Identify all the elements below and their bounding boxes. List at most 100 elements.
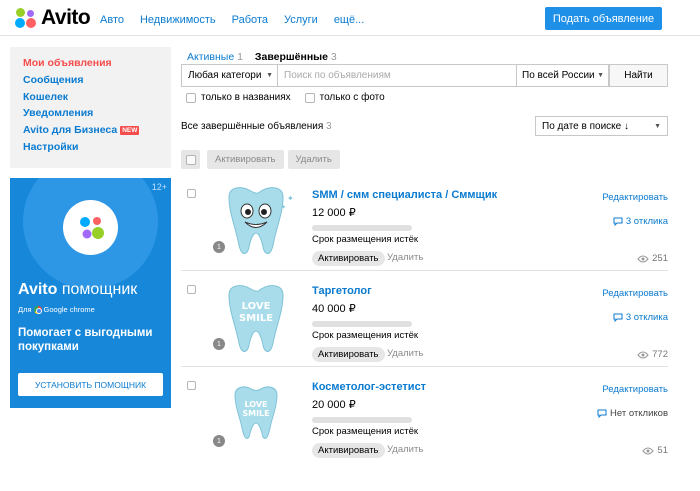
responses-link[interactable]: Нет откликов (597, 408, 668, 419)
banner-browser-line: Для Google chrome (18, 305, 95, 314)
eye-icon (642, 447, 657, 455)
placement-progress-bar (312, 225, 412, 231)
sidebar-item-label: Кошелек (23, 90, 69, 103)
sidebar-item-label: Сообщения (23, 74, 84, 87)
listing-checkbox[interactable] (187, 189, 196, 198)
divider (181, 366, 668, 367)
nav-link-more[interactable]: ещё... (334, 14, 364, 26)
install-assistant-button[interactable]: УСТАНОВИТЬ ПОМОЩНИК (18, 373, 163, 396)
listing-title[interactable]: Косметолог-эстетист (312, 381, 426, 393)
with-photo-checkbox[interactable]: только с фото (304, 92, 385, 103)
logo-text: Avito (41, 6, 91, 29)
chevron-down-icon: ▼ (266, 72, 273, 79)
sidebar-item-messages[interactable]: Сообщения (23, 72, 171, 89)
find-button[interactable]: Найти (609, 64, 668, 87)
svg-text:✦: ✦ (281, 204, 286, 211)
listing-checkbox[interactable] (187, 285, 196, 294)
bulk-actions: Активировать Удалить (181, 150, 344, 169)
new-badge: NEW (120, 125, 140, 135)
listing-status: Срок размещения истёк (312, 330, 419, 341)
photo-count-badge: 1 (213, 435, 225, 447)
sort-select[interactable]: По дате в поиске ↓ ▼ (535, 116, 668, 136)
sidebar-item-label: Avito для Бизнеса (23, 124, 118, 137)
banner-title: Avito помощник (18, 281, 138, 298)
listing-price: 12 000 ₽ (312, 207, 356, 219)
activate-button[interactable]: Активировать (312, 443, 385, 458)
delete-link[interactable]: Удалить (387, 444, 423, 455)
sidebar-item-label: Уведомления (23, 107, 94, 120)
views-count: 251 (637, 253, 668, 264)
activate-button[interactable]: Активировать (312, 347, 385, 362)
placement-progress-bar (312, 417, 412, 423)
speech-bubble-icon (613, 217, 626, 226)
image-caption-line: LOVE (242, 301, 271, 312)
sidebar-item-my-ads[interactable]: Мои объявления (23, 55, 171, 72)
region-select[interactable]: По всей России ▼ (517, 64, 609, 87)
image-caption-line: LOVE (244, 400, 267, 409)
list-title: Все завершённые объявления 3 (181, 121, 332, 132)
select-all-checkbox[interactable] (181, 150, 200, 169)
nav-link-services[interactable]: Услуги (284, 14, 318, 26)
top-nav: Авто Недвижимость Работа Услуги ещё... (100, 14, 380, 26)
divider (181, 270, 668, 271)
edit-link[interactable]: Редактировать (602, 192, 668, 203)
sidebar-menu: Мои объявления Сообщения Кошелек Уведомл… (10, 47, 171, 168)
tab-active-ads[interactable]: Активные 1 (187, 51, 243, 63)
views-count: 51 (642, 445, 668, 456)
image-caption-line: SMILE (239, 313, 273, 324)
bulk-delete-button[interactable]: Удалить (287, 150, 340, 169)
age-rating: 12+ (151, 182, 167, 192)
avito-logo[interactable]: Avito (15, 6, 91, 30)
listing-status: Срок размещения истёк (312, 426, 419, 437)
sidebar-item-label: Мои объявления (23, 57, 112, 70)
status-tabs: Активные 1 Завершённые 3 (187, 51, 349, 63)
speech-bubble-icon (597, 409, 610, 418)
chevron-down-icon: ▼ (654, 122, 661, 130)
listing-title[interactable]: Таргетолог (312, 285, 372, 297)
sidebar-item-wallet[interactable]: Кошелек (23, 88, 171, 105)
delete-link[interactable]: Удалить (387, 252, 423, 263)
listing-title[interactable]: SMM / смм специалиста / Сммщик (312, 189, 497, 201)
nav-link-auto[interactable]: Авто (100, 14, 124, 26)
placement-progress-bar (312, 321, 412, 327)
image-caption-line: SMILE (242, 409, 269, 418)
post-ad-button[interactable]: Подать объявление (545, 7, 662, 30)
banner-promo-text: Помогает с выгодными покупками (18, 327, 153, 353)
search-bar: Любая категори ▼ Поиск по объявлениям По … (181, 64, 668, 87)
responses-link[interactable]: 3 отклика (613, 216, 668, 227)
tab-completed-ads[interactable]: Завершённые 3 (255, 51, 337, 63)
category-select[interactable]: Любая категори ▼ (181, 64, 277, 87)
responses-link[interactable]: 3 отклика (613, 312, 668, 323)
listing-item: LOVE SMILE 1 Косметолог-эстетист 20 000 … (181, 375, 668, 463)
svg-text:✦: ✦ (287, 194, 294, 203)
assistant-promo-banner[interactable]: 12+ Avito помощник Для Google chrome Помо… (10, 178, 171, 408)
bulk-activate-button[interactable]: Активировать (207, 150, 284, 169)
chevron-down-icon: ▼ (597, 72, 604, 79)
sidebar-item-notifications[interactable]: Уведомления (23, 105, 171, 122)
sidebar-item-label: Настройки (23, 140, 79, 153)
search-filters: только в названиях только с фото (186, 92, 399, 103)
listing-item: ✦ ✦ 1 SMM / смм специалиста / Сммщик 12 … (181, 183, 668, 271)
speech-bubble-icon (613, 313, 626, 322)
photo-count-badge: 1 (213, 338, 225, 350)
titles-only-checkbox[interactable]: только в названиях (186, 92, 291, 103)
chrome-icon (33, 305, 42, 314)
eye-icon (637, 351, 652, 359)
photo-count-badge: 1 (213, 241, 225, 253)
delete-link[interactable]: Удалить (387, 348, 423, 359)
listing-checkbox[interactable] (187, 381, 196, 390)
nav-link-realty[interactable]: Недвижимость (140, 14, 216, 26)
sidebar-item-business[interactable]: Avito для Бизнеса NEW (23, 122, 171, 139)
eye-icon (637, 255, 652, 263)
sidebar-item-settings[interactable]: Настройки (23, 138, 171, 155)
search-input[interactable]: Поиск по объявлениям (277, 64, 517, 87)
nav-link-jobs[interactable]: Работа (232, 14, 268, 26)
edit-link[interactable]: Редактировать (602, 288, 668, 299)
avito-assistant-icon (63, 200, 118, 255)
avito-logo-icon (15, 7, 37, 29)
edit-link[interactable]: Редактировать (602, 384, 668, 395)
activate-button[interactable]: Активировать (312, 251, 385, 266)
listing-price: 20 000 ₽ (312, 399, 356, 411)
top-header: Avito Авто Недвижимость Работа Услуги ещ… (0, 0, 700, 36)
listing-status: Срок размещения истёк (312, 234, 419, 245)
